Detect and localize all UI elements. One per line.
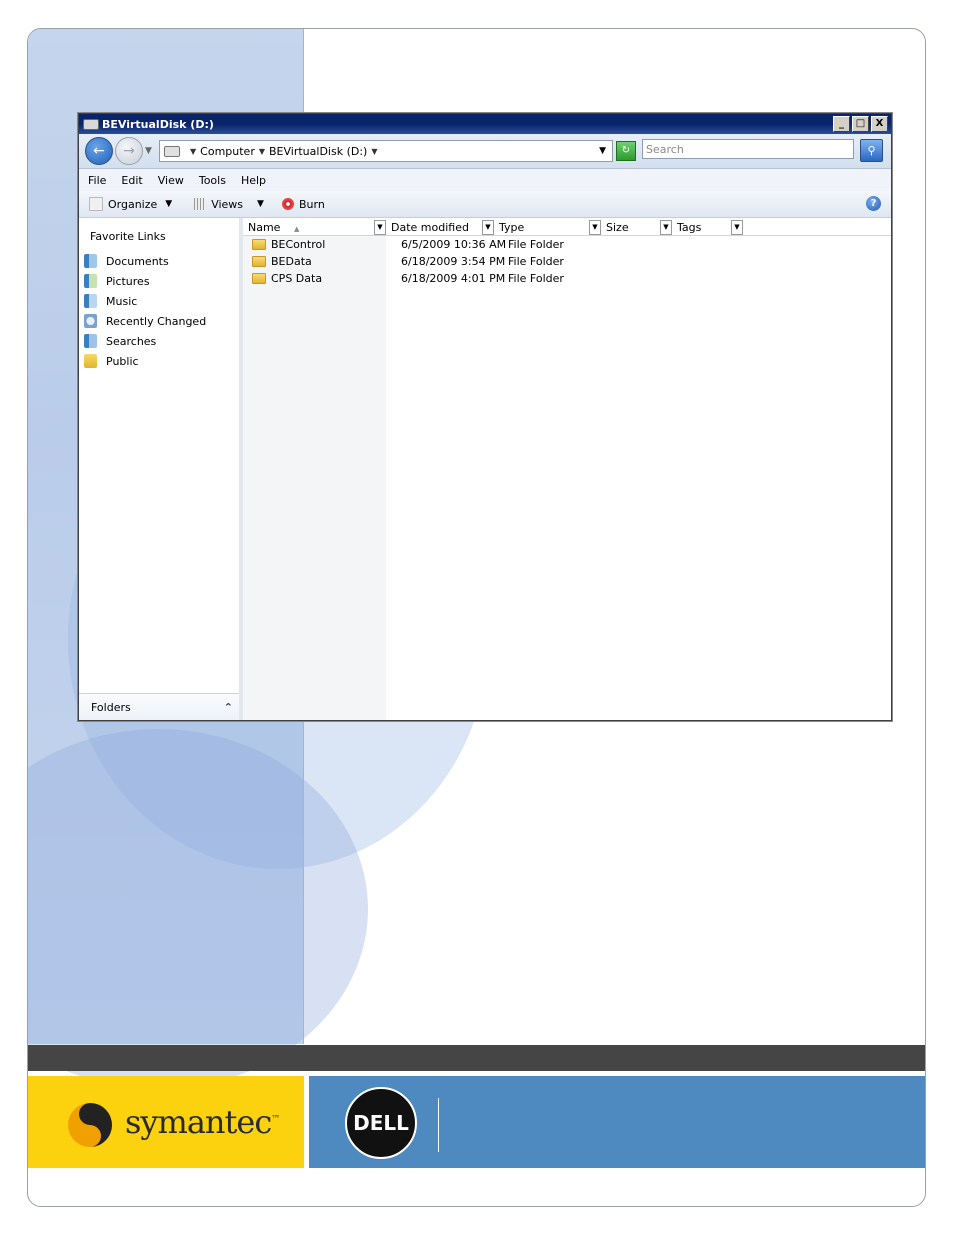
- menu-help[interactable]: Help: [241, 174, 266, 187]
- menu-view[interactable]: View: [158, 174, 184, 187]
- recent-pages-dropdown-icon[interactable]: ▼: [145, 146, 152, 156]
- menu-bar: File Edit View Tools Help: [79, 169, 891, 191]
- column-header-size[interactable]: Size ▼: [601, 218, 672, 235]
- views-icon: [194, 198, 207, 210]
- help-icon[interactable]: ?: [866, 196, 881, 211]
- sort-ascending-icon: ▲: [293, 225, 300, 233]
- nav-link-public[interactable]: Public: [79, 351, 239, 371]
- breadcrumb-computer[interactable]: Computer: [200, 145, 255, 158]
- pictures-icon: [84, 274, 97, 288]
- column-filter-dropdown-icon[interactable]: ▼: [482, 220, 494, 235]
- folder-icon: [252, 239, 266, 250]
- burn-disc-icon: [281, 198, 294, 210]
- nav-link-label: Public: [106, 354, 139, 368]
- navigation-pane: Favorite Links Documents Pictures Music …: [79, 218, 243, 720]
- drive-icon: [164, 145, 180, 157]
- searches-icon: [84, 334, 97, 348]
- close-button[interactable]: X: [871, 116, 888, 132]
- nav-link-searches[interactable]: Searches: [79, 331, 239, 351]
- folder-icon: [252, 256, 266, 267]
- organize-button[interactable]: Organize ▼: [89, 197, 172, 211]
- column-headers: Name ▲ ▼ Date modified ▼ Type ▼ Size ▼ T…: [243, 218, 891, 236]
- folders-toggle[interactable]: Folders ⌃: [79, 693, 239, 720]
- dell-logo: DELL: [345, 1087, 417, 1159]
- views-label: Views: [211, 197, 244, 211]
- menu-edit[interactable]: Edit: [121, 174, 142, 187]
- file-row[interactable]: CPS Data 6/18/2009 4:01 PM File Folder: [243, 270, 891, 287]
- column-header-tags[interactable]: Tags ▼: [672, 218, 743, 235]
- dell-logo-area: DELL: [309, 1076, 925, 1168]
- nav-link-label: Pictures: [106, 274, 150, 288]
- refresh-icon[interactable]: ↻: [616, 141, 636, 161]
- menu-file[interactable]: File: [88, 174, 106, 187]
- nav-link-label: Recently Changed: [106, 314, 207, 328]
- search-input[interactable]: Search: [642, 139, 854, 159]
- logo-separator: [438, 1098, 439, 1152]
- search-icon[interactable]: ⚲: [860, 139, 883, 162]
- music-icon: [84, 294, 97, 308]
- file-list-pane: Name ▲ ▼ Date modified ▼ Type ▼ Size ▼ T…: [243, 218, 891, 720]
- breadcrumb-chevron-icon[interactable]: ▼: [190, 147, 196, 156]
- explorer-body: Favorite Links Documents Pictures Music …: [79, 218, 891, 720]
- burn-button[interactable]: Burn: [281, 197, 325, 211]
- symantec-wordmark: symantec™: [125, 1103, 280, 1141]
- symantec-logo-icon: [68, 1103, 112, 1147]
- nav-link-label: Music: [106, 294, 138, 308]
- file-row[interactable]: BEData 6/18/2009 3:54 PM File Folder: [243, 253, 891, 270]
- recently-changed-icon: [84, 314, 97, 328]
- folders-label: Folders: [91, 700, 131, 714]
- column-header-type[interactable]: Type ▼: [494, 218, 601, 235]
- nav-link-pictures[interactable]: Pictures: [79, 271, 239, 291]
- title-bar[interactable]: BEVirtualDisk (D:) _ □ X: [79, 114, 891, 134]
- drive-icon: [83, 118, 99, 130]
- maximize-button[interactable]: □: [852, 116, 869, 132]
- nav-link-label: Documents: [106, 254, 169, 268]
- burn-label: Burn: [298, 197, 325, 211]
- chevron-up-icon: ⌃: [223, 700, 233, 714]
- chevron-down-icon: ▼: [165, 199, 173, 209]
- column-header-name[interactable]: Name ▲ ▼: [243, 218, 386, 235]
- command-bar: Organize ▼ Views ▼ Burn ?: [79, 191, 891, 218]
- back-button[interactable]: ←: [85, 137, 113, 165]
- column-filter-dropdown-icon[interactable]: ▼: [589, 220, 601, 235]
- symantec-logo-area: symantec™: [28, 1076, 304, 1168]
- column-filter-dropdown-icon[interactable]: ▼: [374, 220, 386, 235]
- navigation-bar: ← → ▼ ▼ Computer ▼ BEVirtualDisk (D:) ▼ …: [79, 134, 891, 169]
- views-button[interactable]: Views ▼: [194, 198, 264, 211]
- public-folder-icon: [84, 354, 97, 368]
- address-bar[interactable]: ▼ Computer ▼ BEVirtualDisk (D:) ▼ ▼: [159, 140, 613, 162]
- documents-icon: [84, 254, 97, 268]
- breadcrumb-drive[interactable]: BEVirtualDisk (D:): [269, 145, 367, 158]
- nav-link-documents[interactable]: Documents: [79, 251, 239, 271]
- breadcrumb-chevron-icon[interactable]: ▼: [371, 147, 377, 156]
- column-filter-dropdown-icon[interactable]: ▼: [660, 220, 672, 235]
- organize-icon: [89, 197, 103, 211]
- nav-link-recently-changed[interactable]: Recently Changed: [79, 311, 239, 331]
- column-header-date-modified[interactable]: Date modified ▼: [386, 218, 494, 235]
- address-dropdown-icon[interactable]: ▼: [599, 146, 606, 156]
- footer-band: [28, 1045, 925, 1071]
- nav-link-label: Searches: [106, 334, 157, 348]
- nav-link-music[interactable]: Music: [79, 291, 239, 311]
- breadcrumb-chevron-icon[interactable]: ▼: [259, 147, 265, 156]
- column-filter-dropdown-icon[interactable]: ▼: [731, 220, 743, 235]
- window-title: BEVirtualDisk (D:): [102, 117, 214, 131]
- chevron-down-icon: ▼: [257, 199, 264, 209]
- minimize-button[interactable]: _: [833, 116, 850, 132]
- menu-tools[interactable]: Tools: [199, 174, 226, 187]
- file-rows: BEControl 6/5/2009 10:36 AM File Folder …: [243, 236, 891, 287]
- explorer-window: BEVirtualDisk (D:) _ □ X ← → ▼ ▼ Compute…: [78, 113, 892, 721]
- favorite-links-heading: Favorite Links: [90, 230, 166, 243]
- folder-icon: [252, 273, 266, 284]
- file-row[interactable]: BEControl 6/5/2009 10:36 AM File Folder: [243, 236, 891, 253]
- forward-button[interactable]: →: [115, 137, 143, 165]
- organize-label: Organize: [108, 197, 158, 211]
